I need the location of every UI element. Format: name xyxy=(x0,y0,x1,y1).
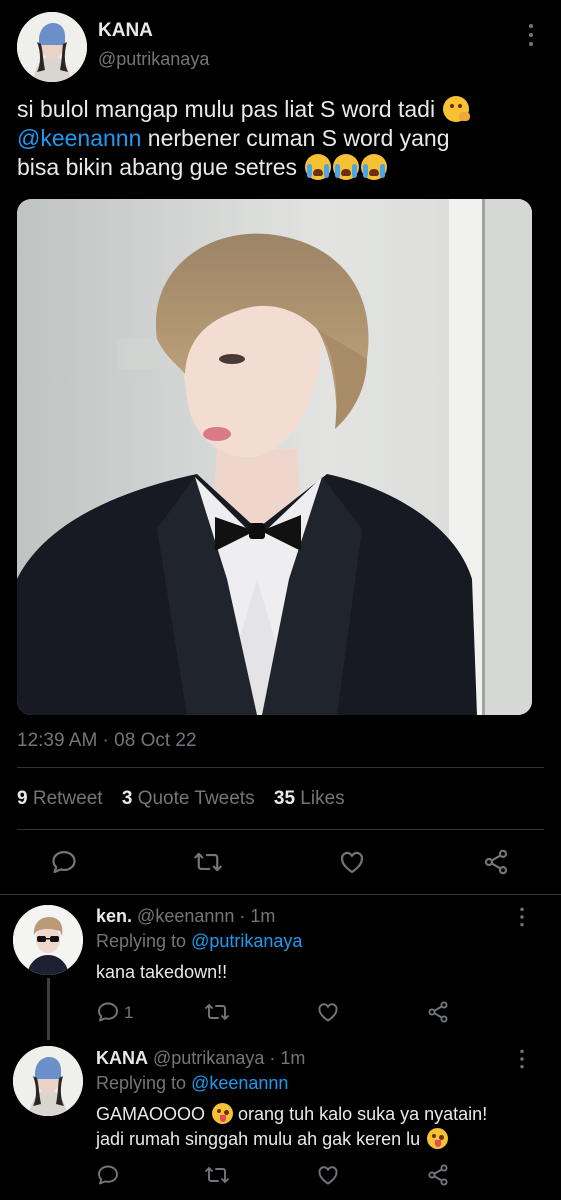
replying-to-link[interactable]: @putrikanaya xyxy=(191,931,302,951)
thread-line xyxy=(47,978,50,1040)
replying-to-link[interactable]: @keenannn xyxy=(191,1073,288,1093)
retweet-icon[interactable] xyxy=(193,848,223,876)
reply-header: ken. @keenannn · 1m xyxy=(96,906,275,927)
reply-avatar[interactable] xyxy=(13,1046,83,1116)
share-icon[interactable] xyxy=(426,1000,450,1024)
retweets-stat[interactable]: 9 Retweet xyxy=(17,788,103,809)
reply-more-options-icon[interactable] xyxy=(519,1049,526,1069)
mention-link[interactable]: @keenannn xyxy=(17,125,141,151)
reply-text-line1: GAMAOOOO xyxy=(96,1104,206,1124)
divider xyxy=(17,767,544,768)
quotes-stat[interactable]: 3 Quote Tweets xyxy=(122,788,255,809)
tweet-text-line1: si bulol mangap mulu pas liat S word tad… xyxy=(17,96,436,122)
photo-image xyxy=(17,199,532,715)
zany-face-emoji-icon xyxy=(427,1128,449,1149)
replying-to: Replying to @keenannn xyxy=(96,1073,288,1094)
retweet-icon[interactable] xyxy=(204,1000,230,1024)
likes-stat[interactable]: 35 Likes xyxy=(274,788,345,809)
reply-text: kana takedown!! xyxy=(96,962,228,982)
reply-icon[interactable] xyxy=(50,848,78,876)
reply-time[interactable]: · 1m xyxy=(269,1048,305,1068)
reply-time[interactable]: · 1m xyxy=(239,906,275,926)
tweet-timestamp[interactable]: 12:39 AM · 08 Oct 22 xyxy=(17,730,197,752)
reply-icon[interactable] xyxy=(96,1000,120,1024)
more-options-icon[interactable] xyxy=(527,24,535,46)
tweet-photo[interactable] xyxy=(17,199,532,715)
tweet-stats: 9 Retweet 3 Quote Tweets 35 Likes xyxy=(17,788,345,810)
tweet-text-line2: nerbener cuman S word yang xyxy=(141,125,450,151)
crying-face-emoji-icon xyxy=(333,154,360,180)
reply-text-line2: jadi rumah singgah mulu ah gak keren lu xyxy=(96,1129,421,1149)
author-handle[interactable]: @putrikanaya xyxy=(98,49,209,70)
reply-header: KANA @putrikanaya · 1m xyxy=(96,1048,305,1069)
replying-to-label: Replying to xyxy=(96,931,187,951)
avatar-photo xyxy=(17,12,87,82)
share-icon[interactable] xyxy=(482,848,510,876)
tweet-text-line3: bisa bikin abang gue setres xyxy=(17,154,298,180)
shushing-face-emoji-icon xyxy=(443,96,471,122)
share-icon[interactable] xyxy=(426,1163,450,1187)
reply-author-handle[interactable]: @putrikanaya xyxy=(153,1048,264,1068)
replying-to: Replying to @putrikanaya xyxy=(96,931,302,952)
like-icon[interactable] xyxy=(338,848,366,876)
reply-author-name[interactable]: KANA xyxy=(96,1048,148,1068)
crying-face-emoji-icon xyxy=(361,154,388,180)
author-name[interactable]: KANA xyxy=(98,20,153,42)
like-icon[interactable] xyxy=(316,1163,340,1187)
tweet-text: si bulol mangap mulu pas liat S word tad… xyxy=(17,95,547,182)
section-divider xyxy=(0,894,561,895)
zany-face-emoji-icon xyxy=(212,1103,234,1124)
author-avatar[interactable] xyxy=(17,12,87,82)
retweet-icon[interactable] xyxy=(204,1163,230,1187)
reply-avatar[interactable] xyxy=(13,905,83,975)
quotes-count: 3 xyxy=(121,788,133,809)
like-icon[interactable] xyxy=(316,1000,340,1024)
likes-label: Likes xyxy=(300,788,345,809)
replying-to-label: Replying to xyxy=(96,1073,187,1093)
reply-author-handle[interactable]: @keenannn xyxy=(137,906,234,926)
reply-author-name[interactable]: ken. xyxy=(96,906,132,926)
retweets-label: Retweet xyxy=(32,788,103,809)
quotes-label: Quote Tweets xyxy=(137,788,255,809)
reply-text: GAMAOOOO orang tuh kalo suka ya nyatain!… xyxy=(96,1102,546,1152)
retweets-count: 9 xyxy=(17,788,28,809)
crying-face-emoji-icon xyxy=(305,154,332,180)
divider xyxy=(17,829,544,830)
reply-count: 1 xyxy=(124,1003,134,1022)
reply-more-options-icon[interactable] xyxy=(519,907,526,927)
avatar-photo xyxy=(13,1046,83,1116)
reply-text-line1b: orang tuh kalo suka ya nyatain! xyxy=(233,1104,488,1124)
reply-icon[interactable] xyxy=(96,1163,120,1187)
likes-count: 35 xyxy=(273,788,296,809)
avatar-photo xyxy=(13,905,83,975)
